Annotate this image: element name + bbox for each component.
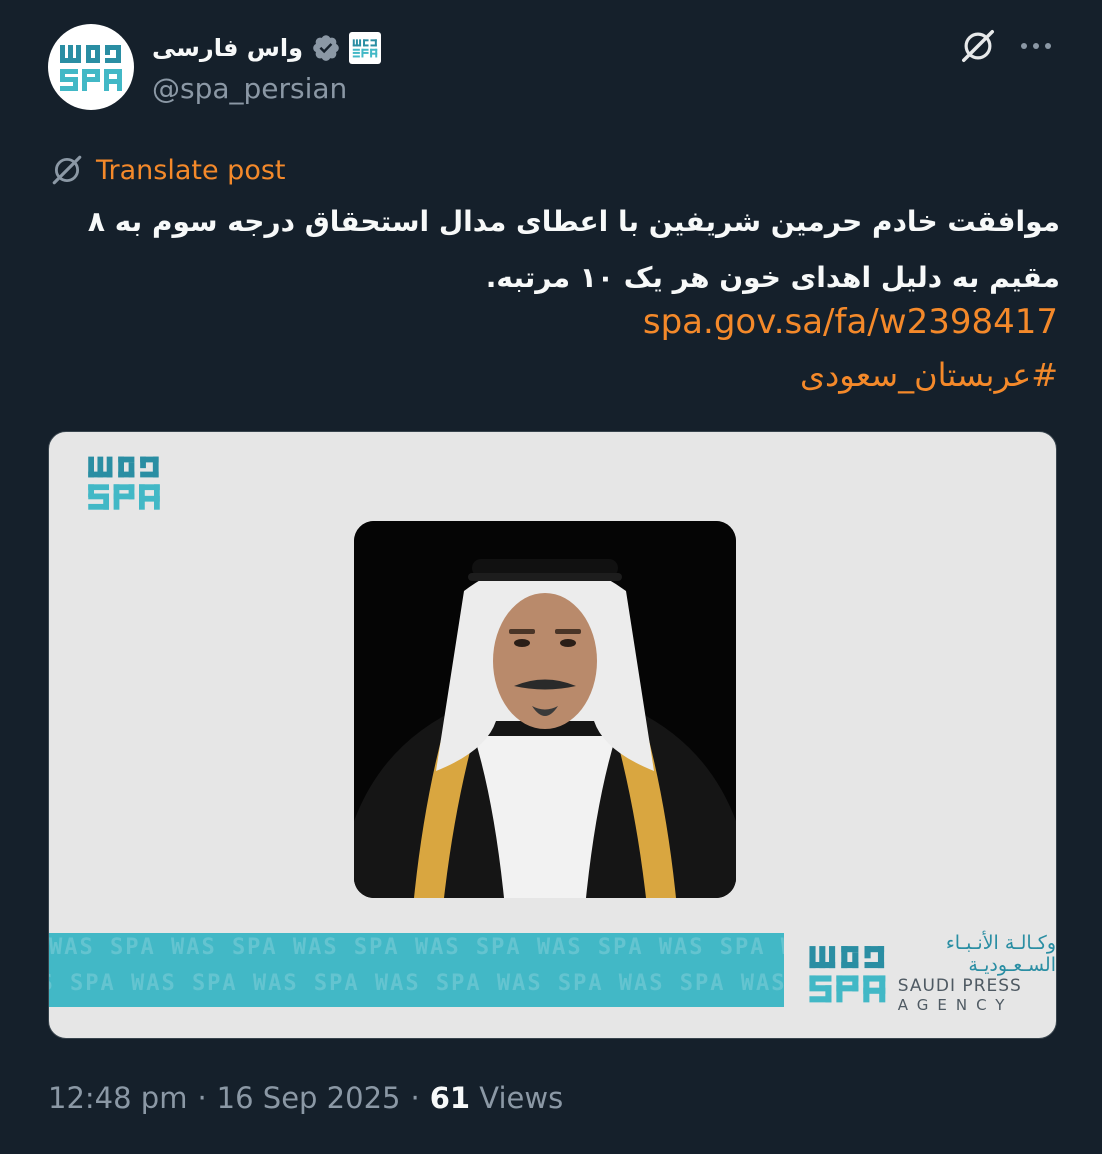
handle[interactable]: @spa_persian [152, 72, 347, 105]
avatar[interactable] [48, 24, 134, 110]
media-spa-logo [81, 452, 167, 516]
post-link[interactable]: spa.gov.sa/fa/w2398417 [643, 302, 1058, 342]
media-card[interactable]: WAS SPA WAS SPA WAS SPA WAS SPA WAS SPA … [48, 431, 1057, 1039]
agency-name: وكـالـة الأنـبـاء السـعـوديـة SAUDI PRES… [898, 932, 1056, 1014]
agency-logo-block: وكـالـة الأنـبـاء السـعـوديـة SAUDI PRES… [807, 932, 1056, 1014]
meta-separator: · [410, 1081, 420, 1115]
post-meta: 12:48 pm · 16 Sep 2025 · 61 Views [48, 1076, 563, 1120]
display-name[interactable]: واس فارسی [152, 34, 303, 62]
translate-label[interactable]: Translate post [96, 155, 286, 186]
spa-logo-icon [809, 946, 886, 1003]
spa-badge-icon [352, 39, 378, 58]
views-count: 61 [429, 1081, 471, 1115]
post-hashtag[interactable]: #عربستان_سعودی [800, 356, 1058, 394]
meta-separator: · [197, 1081, 207, 1115]
tweet: واس فارسی @spa_persian Translate post مو… [0, 0, 1102, 1154]
grok-icon [962, 30, 994, 62]
views-label: Views [479, 1081, 564, 1115]
agency-name-en-2: AGENCY [897, 996, 1014, 1014]
post-date[interactable]: 16 Sep 2025 [217, 1081, 401, 1115]
post-time[interactable]: 12:48 pm [48, 1081, 187, 1115]
spa-logo-icon [60, 45, 122, 91]
views[interactable]: 61 Views [430, 1081, 564, 1115]
stripe-pattern: WAS SPA WAS SPA WAS SPA WAS SPA WAS SPA … [49, 935, 784, 960]
portrait-image [354, 521, 736, 898]
agency-name-ar: وكـالـة الأنـبـاء السـعـوديـة [945, 932, 1056, 976]
translate-post[interactable]: Translate post [50, 150, 286, 190]
grok-button[interactable] [958, 26, 998, 66]
verified-icon [313, 35, 339, 61]
brand-stripe: WAS SPA WAS SPA WAS SPA WAS SPA WAS SPA … [49, 933, 784, 1007]
post-text: موافقت خادم حرمین شریفین با اعطای مدال ا… [87, 205, 1060, 294]
author-name-row: واس فارسی [152, 28, 382, 68]
more-icon [1021, 43, 1027, 49]
agency-name-en: SAUDI PRESS [897, 976, 1022, 996]
more-button[interactable] [1014, 26, 1058, 66]
stripe-pattern: WAS SPA WAS SPA WAS SPA WAS SPA WAS SPA … [49, 971, 784, 996]
translate-icon [52, 155, 82, 185]
portrait-photo [354, 521, 736, 898]
affiliate-badge[interactable] [349, 32, 382, 64]
spa-logo-icon [88, 456, 160, 510]
